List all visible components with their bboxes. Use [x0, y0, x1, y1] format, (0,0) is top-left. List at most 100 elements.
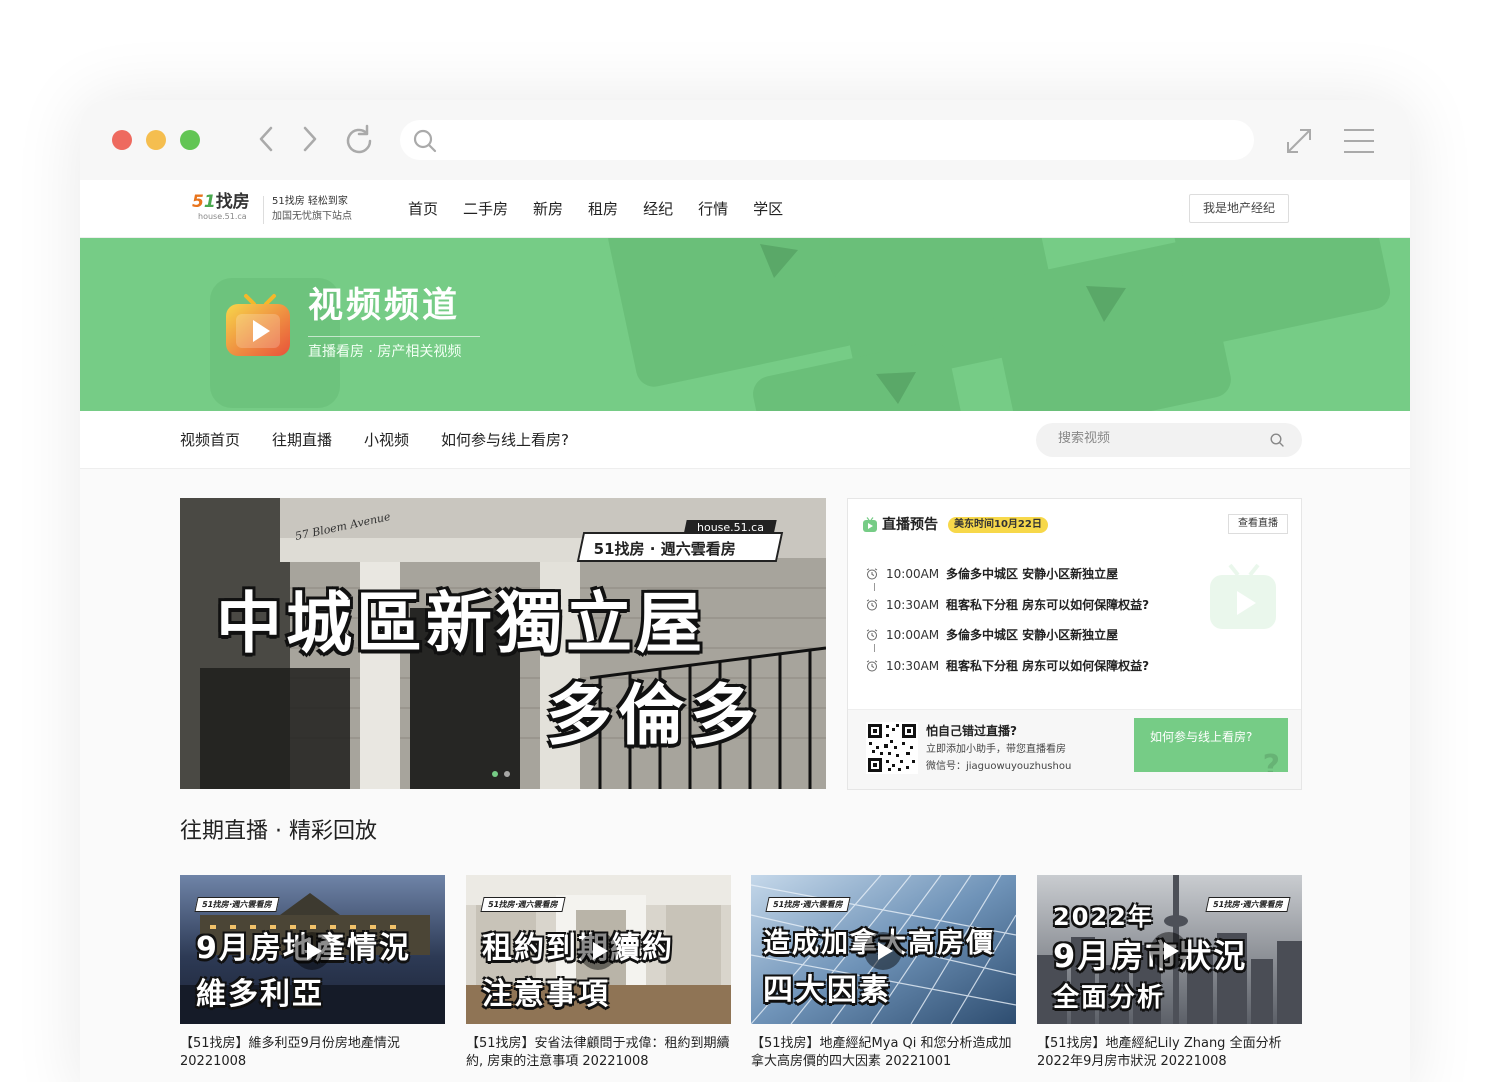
agent-button[interactable]: 我是地产经纪: [1189, 194, 1289, 223]
play-icon[interactable]: [1149, 931, 1189, 971]
watch-live-button[interactable]: 查看直播: [1228, 514, 1288, 534]
live-date-badge: 美东时间10月22日: [948, 517, 1048, 533]
how-to-join-label: 如何参与线上看房?: [1150, 730, 1253, 744]
thumbnail-year: 2022年: [1053, 903, 1154, 931]
video-thumbnail[interactable]: 51找房·週六雲看房 9月房地產情況 維多利亞: [180, 875, 445, 1024]
logo-url: house.51.ca: [198, 212, 247, 221]
tab-short-video[interactable]: 小视频: [364, 411, 409, 469]
nav-home[interactable]: 首页: [408, 180, 438, 238]
watermark-tv-icon: [1210, 563, 1276, 629]
replay-card[interactable]: 51找房·週六雲看房 2022年 9月房市狀況 全面分析 【51找房】地產經紀L…: [1037, 875, 1302, 1082]
clock-icon: [866, 598, 878, 610]
nav-schools[interactable]: 学区: [753, 180, 783, 238]
nav-new-homes[interactable]: 新房: [533, 180, 563, 238]
video-search-input[interactable]: [1058, 431, 1258, 446]
wechat-qr-code: [866, 722, 918, 774]
thumbnail-subtitle: 全面分析: [1053, 983, 1166, 1013]
hero-tag-badge: 51找房 · 週六雲看房: [576, 532, 784, 562]
browser-window: 51找房 house.51.ca 51找房 轻松到家 加国无忧旗下站点 首页 二…: [80, 100, 1410, 1082]
slogan-line1: 51找房 轻松到家: [272, 196, 348, 207]
video-caption[interactable]: 【51找房】安省法律顧問于戎偉：租約到期續約, 房東的注意事項 20221008: [466, 1035, 731, 1071]
tv-icon: [220, 286, 300, 370]
back-icon[interactable]: [256, 124, 276, 162]
close-window-button[interactable]: [112, 130, 132, 150]
search-icon[interactable]: [1270, 433, 1284, 447]
schedule-connector: [874, 583, 875, 591]
replay-card[interactable]: 51找房·週六雲看房 9月房地產情況 維多利亞 【51找房】維多利亞9月份房地產…: [180, 875, 445, 1082]
tab-how-to-join[interactable]: 如何参与线上看房?: [441, 411, 569, 469]
carousel-dots[interactable]: [492, 762, 516, 781]
banner-subtitle: 直播看房 · 房产相关视频: [308, 344, 462, 360]
video-thumbnail[interactable]: 51找房·週六雲看房 2022年 9月房市狀況 全面分析: [1037, 875, 1302, 1024]
forward-icon[interactable]: [300, 124, 320, 162]
nav-resale[interactable]: 二手房: [463, 180, 508, 238]
minimize-window-button[interactable]: [146, 130, 166, 150]
assistant-wechat-id: 微信号：jiaguowuyouzhushou: [926, 761, 1072, 772]
clock-icon: [866, 629, 878, 641]
maximize-window-button[interactable]: [180, 130, 200, 150]
clock-icon: [866, 659, 878, 671]
play-icon[interactable]: [863, 931, 903, 971]
thumbnail-badge: 51找房·週六雲看房: [194, 897, 280, 912]
schedule-time: 10:00AM: [886, 567, 940, 581]
live-title: 直播预告: [882, 517, 938, 533]
live-tv-icon: [863, 517, 877, 532]
play-icon[interactable]: [578, 931, 618, 971]
schedule-title: 租客私下分租 房东可以如何保障权益?: [946, 658, 1150, 673]
thumbnail-subtitle: 注意事項: [482, 977, 610, 1012]
tab-past-live[interactable]: 往期直播: [272, 411, 332, 469]
video-caption[interactable]: 【51找房】地產經紀Mya Qi 和您分析造成加拿大高房價的四大因素 20221…: [751, 1035, 1016, 1071]
video-thumbnail[interactable]: 51找房·週六雲看房 造成加拿大高房價 四大因素: [751, 875, 1016, 1024]
thumbnail-subtitle: 維多利亞: [196, 977, 324, 1012]
live-schedule-panel: 直播预告 美东时间10月22日 查看直播 10:00AM 多倫多中城区 安静小区…: [847, 498, 1302, 790]
nav-agents[interactable]: 经纪: [643, 180, 673, 238]
clock-icon: [866, 568, 878, 580]
video-channel-banner: 视频频道 直播看房 · 房产相关视频: [80, 238, 1410, 411]
schedule-title: 租客私下分租 房东可以如何保障权益?: [946, 597, 1150, 612]
thumbnail-badge: 51找房·週六雲看房: [1205, 897, 1291, 912]
hero-location: 多倫多: [546, 677, 762, 754]
video-subnav: 视频首页 往期直播 小视频 如何参与线上看房?: [80, 411, 1410, 469]
schedule-time: 10:30AM: [886, 597, 940, 612]
schedule-time: 10:00AM: [886, 628, 940, 642]
site-slogan: 51找房 轻松到家 加国无忧旗下站点: [272, 194, 352, 224]
browser-toolbar: [80, 100, 1410, 180]
nav-rentals[interactable]: 租房: [588, 180, 618, 238]
how-to-join-button[interactable]: 如何参与线上看房? ?: [1134, 718, 1288, 772]
main-nav: 首页 二手房 新房 租房 经纪 行情 学区: [408, 180, 808, 238]
replay-card[interactable]: 51找房·週六雲看房 造成加拿大高房價 四大因素 【51找房】地產經紀Mya Q…: [751, 875, 1016, 1082]
address-bar[interactable]: [400, 120, 1254, 160]
banner-divider: [308, 336, 480, 337]
video-thumbnail[interactable]: 51找房·週六雲看房 租約到期續約 注意事項: [466, 875, 731, 1024]
assistant-invite: 立即添加小助手，带您直播看房: [926, 744, 1066, 755]
site-header: 51找房 house.51.ca 51找房 轻松到家 加国无忧旗下站点 首页 二…: [80, 180, 1410, 238]
thumbnail-subtitle: 四大因素: [763, 973, 891, 1008]
main-content: 57 Bloem Avenue house.51.ca 51找房 · 週六雲看房…: [80, 469, 1410, 1082]
schedule-time: 10:30AM: [886, 658, 940, 673]
replay-card-list: 51找房·週六雲看房 9月房地產情況 維多利亞 【51找房】維多利亞9月份房地產…: [180, 875, 1302, 1082]
schedule-title: 多倫多中城区 安静小区新独立屋: [946, 628, 1119, 642]
slogan-line2: 加国无忧旗下站点: [272, 211, 352, 222]
assistant-question: 怕自己错过直播?: [926, 724, 1017, 738]
nav-market[interactable]: 行情: [698, 180, 728, 238]
tab-video-home[interactable]: 视频首页: [180, 411, 240, 469]
hero-carousel[interactable]: 57 Bloem Avenue house.51.ca 51找房 · 週六雲看房…: [180, 498, 826, 789]
schedule-title: 多倫多中城区 安静小区新独立屋: [946, 567, 1119, 581]
video-search: [1036, 423, 1302, 457]
question-mark-icon: ?: [1262, 749, 1280, 773]
logo-divider: [263, 196, 264, 224]
expand-icon[interactable]: [1284, 126, 1314, 160]
replay-card[interactable]: 51找房·週六雲看房 租約到期續約 注意事項 【51找房】安省法律顧問于戎偉：租…: [466, 875, 731, 1082]
video-caption[interactable]: 【51找房】地產經紀Lily Zhang 全面分析2022年9月房市狀況 202…: [1037, 1035, 1302, 1071]
reload-icon[interactable]: [342, 124, 374, 156]
menu-icon[interactable]: [1342, 128, 1376, 158]
schedule-connector: [874, 644, 875, 652]
play-icon[interactable]: [292, 931, 332, 971]
replay-section-title: 往期直播 · 精彩回放: [180, 819, 377, 844]
search-icon: [413, 129, 437, 153]
banner-title: 视频频道: [308, 286, 461, 326]
assistant-footer: 怕自己错过直播? 立即添加小助手，带您直播看房 微信号：jiaguowuyouz…: [848, 709, 1301, 789]
site-logo[interactable]: 51找房 house.51.ca: [192, 192, 254, 226]
hero-headline: 中城區新獨立屋: [216, 585, 706, 662]
video-caption[interactable]: 【51找房】維多利亞9月份房地產情況 20221008: [180, 1035, 445, 1071]
